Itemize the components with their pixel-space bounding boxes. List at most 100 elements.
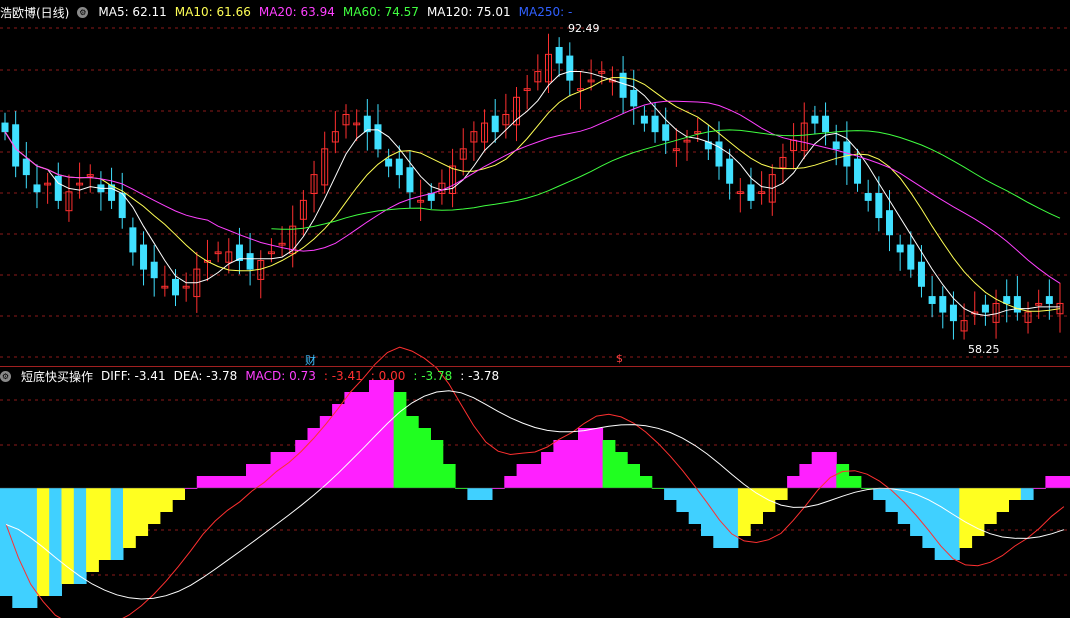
ma20-line <box>4 100 1061 284</box>
macd-bar <box>541 452 554 488</box>
candle-body <box>928 296 936 304</box>
macd-bar <box>676 488 690 512</box>
low-price-label: 58.25 <box>968 343 1000 356</box>
candle-body <box>33 184 41 193</box>
candle-body <box>864 193 872 201</box>
macd-bar <box>307 428 321 488</box>
macd-bar <box>282 452 296 488</box>
stock-title[interactable]: 浩欧博(日线) <box>0 4 69 21</box>
candle-body <box>22 158 30 176</box>
macd-bar <box>430 440 444 488</box>
macd-bar <box>172 488 185 500</box>
macd-bar <box>36 488 50 596</box>
dividend-marker[interactable]: $ <box>616 352 623 365</box>
stock-chart-window: 浩欧博(日线) ⚙ MA5: 62.11 MA10: 61.66 MA20: 6… <box>0 0 1070 618</box>
macd-bar <box>73 488 87 584</box>
macd-bar <box>221 476 235 488</box>
settings-icon[interactable]: ⚙ <box>0 370 11 382</box>
macd-bar <box>467 488 481 500</box>
candle-body <box>896 244 904 253</box>
macd-bar <box>590 428 604 488</box>
candle-body <box>385 158 393 167</box>
macd-bar <box>209 476 222 488</box>
ma20-label: MA20: 63.94 <box>258 5 335 19</box>
candle-body <box>747 184 755 201</box>
candle-body <box>235 244 243 262</box>
diff-label: DIFF: -3.41 <box>101 369 166 383</box>
candle-body <box>981 304 989 313</box>
macd-bar <box>922 488 936 548</box>
macd-bar <box>602 440 616 488</box>
macd-bar <box>295 440 308 488</box>
macd-bar <box>873 488 886 500</box>
macd-bar <box>0 488 13 596</box>
candle-body <box>1003 296 1011 304</box>
indicator-title[interactable]: 短底快买操作 <box>21 368 93 385</box>
candle-body <box>566 55 574 81</box>
candle-body <box>822 115 830 133</box>
macd-bar <box>381 380 395 488</box>
macd-bar <box>270 452 284 488</box>
macd-bar <box>123 488 136 548</box>
macd-bar <box>319 416 333 488</box>
macd-bar <box>24 488 38 608</box>
candle-body <box>662 124 670 141</box>
candle-body <box>832 141 840 150</box>
macd-bar <box>664 488 677 500</box>
macd-bar <box>196 476 210 488</box>
macd-bar <box>639 476 653 488</box>
candle-body <box>651 115 659 133</box>
macd-bar <box>787 476 800 488</box>
macd-bar <box>996 488 1009 512</box>
candle-body <box>246 253 254 270</box>
macd-bar <box>393 392 407 488</box>
macd-bar <box>897 488 911 524</box>
value-4-label: : -3.78 <box>460 369 500 383</box>
macd-bar <box>442 464 456 488</box>
macd-bar <box>233 476 247 488</box>
settings-icon[interactable]: ⚙ <box>77 6 89 18</box>
macd-bar <box>848 476 862 488</box>
macd-bar <box>910 488 923 536</box>
macd-bar <box>147 488 161 524</box>
macd-bar <box>627 464 640 488</box>
candle-body <box>917 261 925 287</box>
macd-bar <box>135 488 149 536</box>
macd-bar <box>332 404 345 488</box>
macd-bar <box>98 488 112 560</box>
macd-bar <box>159 488 173 512</box>
panel-divider <box>0 366 1070 367</box>
ma120-label: MA120: 75.01 <box>426 5 511 19</box>
candle-body <box>1013 296 1021 313</box>
candle-body <box>129 227 137 253</box>
finance-marker[interactable]: 财 <box>305 352 316 368</box>
ma60-label: MA60: 74.57 <box>342 5 419 19</box>
macd-label: MACD: 0.73 <box>245 369 316 383</box>
macd-bar <box>418 428 431 488</box>
macd-bar <box>86 488 99 572</box>
macd-bar <box>369 380 382 488</box>
candle-body <box>1 122 9 133</box>
macd-bar <box>885 488 899 512</box>
candle-body <box>363 115 371 133</box>
macd-bar <box>344 392 358 488</box>
candle-body <box>406 167 414 193</box>
macd-bar <box>504 476 518 488</box>
candle-body <box>1045 296 1053 304</box>
candle-body <box>811 115 819 124</box>
macd-bar <box>1008 488 1022 500</box>
macd-bar <box>528 464 542 488</box>
candle-body <box>854 158 862 184</box>
macd-bar <box>774 488 788 500</box>
candle-body <box>949 304 957 322</box>
candle-body <box>885 210 893 236</box>
macd-bar <box>701 488 714 536</box>
chart-canvas[interactable] <box>0 0 1070 618</box>
ma10-label: MA10: 61.66 <box>174 5 251 19</box>
value-1-label: : -3.41 <box>323 369 363 383</box>
macd-bar <box>553 440 567 488</box>
macd-bar <box>516 464 530 488</box>
value-3-label: : -3.78 <box>413 369 453 383</box>
candle-body <box>640 115 648 124</box>
candle-body <box>875 193 883 219</box>
